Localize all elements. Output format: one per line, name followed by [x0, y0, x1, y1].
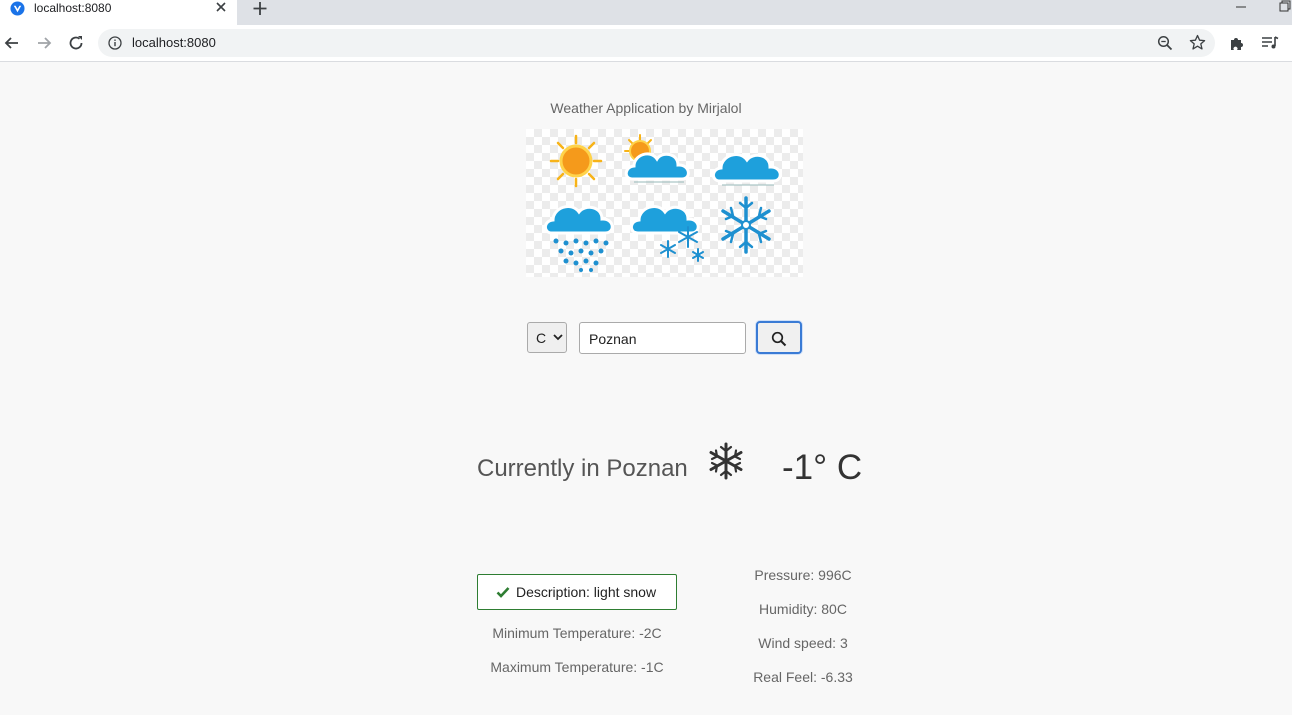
current-location-label: Currently in Poznan — [477, 455, 688, 482]
new-tab-icon[interactable] — [250, 0, 270, 18]
address-bar[interactable]: localhost:8080 — [98, 29, 1215, 57]
humidity: Humidity: 80C — [759, 601, 847, 617]
forward-arrow-icon[interactable] — [34, 33, 54, 53]
info-icon[interactable] — [108, 36, 122, 50]
cloud-icon — [711, 153, 782, 186]
snow-cloud-icon — [629, 205, 704, 262]
city-input-value: Poznan — [589, 331, 637, 347]
zoom-icon[interactable] — [1157, 35, 1173, 51]
snowflake-icon — [709, 442, 743, 480]
city-search-input[interactable]: Poznan — [579, 322, 746, 354]
bookmark-star-icon[interactable] — [1189, 34, 1206, 51]
unit-select[interactable]: C — [527, 322, 567, 353]
restore-window-icon[interactable] — [1278, 0, 1292, 12]
pressure: Pressure: 996C — [754, 567, 852, 583]
url-text: localhost:8080 — [132, 35, 216, 50]
search-button[interactable] — [756, 321, 802, 354]
media-control-icon[interactable] — [1261, 35, 1279, 51]
description-text: Description: light snow — [516, 584, 657, 600]
extensions-puzzle-icon[interactable] — [1229, 35, 1245, 51]
rain-icon — [543, 205, 614, 272]
partly-cloudy-icon — [624, 134, 690, 183]
snowflake-icon — [721, 196, 771, 254]
sun-icon — [549, 134, 603, 188]
wind-speed: Wind speed: 3 — [758, 635, 848, 651]
back-arrow-icon[interactable] — [2, 33, 22, 53]
browser-toolbar: localhost:8080 — [0, 25, 1292, 62]
browser-tab[interactable]: localhost:8080 — [0, 0, 237, 25]
chevron-down-icon — [553, 334, 563, 341]
vue-favicon-icon — [10, 1, 25, 16]
unit-select-value: C — [536, 330, 547, 346]
checkmark-icon — [496, 587, 510, 598]
browser-tab-strip: localhost:8080 — [0, 0, 1292, 25]
tab-title: localhost:8080 — [34, 1, 112, 15]
min-temperature: Minimum Temperature: -2C — [492, 625, 662, 641]
close-tab-icon[interactable] — [212, 0, 230, 16]
app-title: Weather Application by Mirjalol — [550, 100, 742, 116]
reload-icon[interactable] — [66, 33, 86, 53]
max-temperature: Maximum Temperature: -1C — [490, 659, 664, 675]
minimize-window-icon[interactable] — [1233, 1, 1249, 13]
current-temperature: -1° C — [782, 448, 863, 487]
weather-icons-banner — [526, 129, 803, 277]
real-feel: Real Feel: -6.33 — [753, 669, 853, 685]
search-icon — [771, 331, 787, 347]
description-badge: Description: light snow — [477, 574, 677, 610]
